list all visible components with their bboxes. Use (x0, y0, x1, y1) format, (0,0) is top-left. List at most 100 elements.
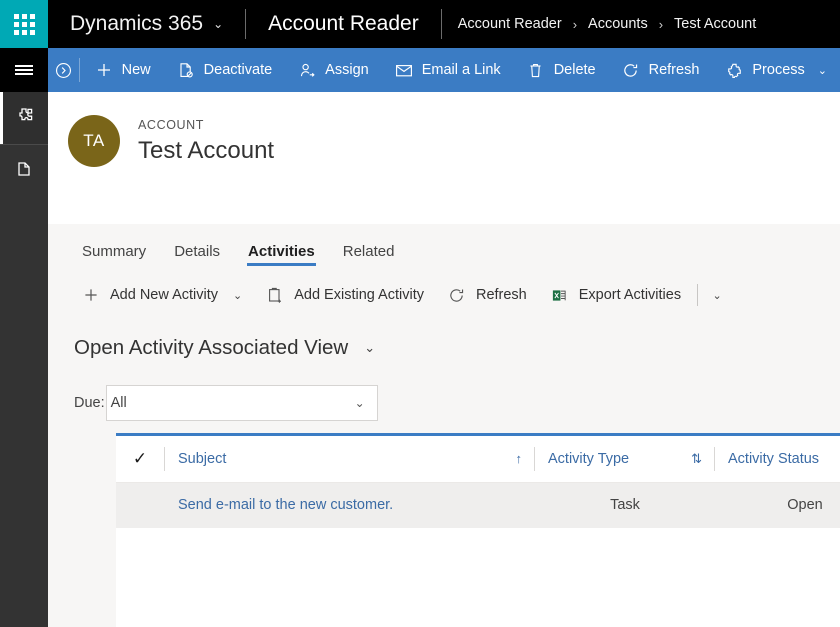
page-icon (14, 159, 34, 184)
tab-activities[interactable]: Activities (234, 244, 329, 270)
header-spacer (48, 190, 840, 224)
breadcrumb-separator-icon: › (659, 17, 663, 32)
command-bar: New Deactivate A (48, 48, 840, 92)
toolbar-divider (697, 284, 698, 306)
rail-item-sitemap[interactable] (0, 92, 48, 144)
record-header: TA ACCOUNT Test Account (48, 92, 840, 190)
plus-icon (82, 286, 100, 304)
tab-summary[interactable]: Summary (68, 244, 160, 270)
sitemap-icon (14, 106, 34, 131)
hamburger-icon[interactable] (0, 48, 48, 92)
new-button[interactable]: New (82, 48, 164, 92)
process-gear-icon (725, 61, 743, 79)
due-filter-value: All (111, 395, 127, 411)
rail-item-page[interactable] (0, 145, 48, 197)
app-body: New Deactivate A (0, 48, 840, 627)
cell-activity-status: Open (714, 483, 840, 528)
add-new-activity-button[interactable]: Add New Activity ⌄ (70, 278, 254, 312)
deactivate-button[interactable]: Deactivate (164, 48, 286, 92)
waffle-grid-icon (14, 14, 35, 35)
deactivate-icon (177, 61, 195, 79)
page-title: Test Account (138, 136, 274, 166)
chevron-down-icon: ⌄ (233, 289, 242, 302)
new-label: New (122, 63, 151, 78)
command-bar-divider (79, 58, 80, 82)
view-selector[interactable]: Open Activity Associated View ⌄ (48, 320, 840, 373)
assign-label: Assign (325, 63, 369, 78)
email-a-link-label: Email a Link (422, 63, 501, 78)
refresh-activities-label: Refresh (476, 287, 527, 303)
refresh-activities-button[interactable]: Refresh (436, 278, 539, 312)
deactivate-label: Deactivate (204, 63, 273, 78)
chevron-down-icon: ⌄ (213, 17, 223, 31)
refresh-icon (448, 286, 466, 304)
add-existing-activity-button[interactable]: Add Existing Activity (254, 278, 436, 312)
grid-body: Send e-mail to the new customer. Task Op… (116, 483, 840, 528)
chevron-down-icon: ⌄ (364, 340, 375, 356)
chevron-down-icon: ⌄ (818, 64, 827, 77)
column-header-activity-status-label: Activity Status (728, 451, 819, 467)
select-all-checkbox[interactable]: ✓ (116, 450, 164, 467)
dynamics-365-account-form: Dynamics 365 ⌄ Account Reader Account Re… (0, 0, 840, 627)
waffle-menu-button[interactable] (0, 0, 48, 48)
due-filter-select[interactable]: All ⌄ (106, 385, 378, 421)
assign-button[interactable]: Assign (285, 48, 382, 92)
checkmark-icon: ✓ (133, 450, 147, 467)
refresh-icon (622, 61, 640, 79)
add-existing-activity-label: Add Existing Activity (294, 287, 424, 303)
record-title-block: ACCOUNT Test Account (138, 116, 274, 166)
app-name[interactable]: Account Reader (246, 0, 441, 48)
email-link-icon (395, 61, 413, 79)
activities-grid: ✓ Subject ↑ Activity Type ⇅ Activity Sta… (116, 433, 840, 627)
delete-button[interactable]: Delete (514, 48, 609, 92)
main-content: New Deactivate A (48, 48, 840, 627)
clipboard-plus-icon (266, 286, 284, 304)
column-header-subject-label: Subject (178, 451, 226, 467)
overflow-chevron-down-icon[interactable]: ⌄ (702, 278, 732, 312)
excel-icon (551, 286, 569, 304)
due-filter-label: Due: (74, 395, 105, 411)
add-new-activity-label: Add New Activity (110, 287, 218, 303)
chevron-down-icon: ⌄ (355, 396, 365, 410)
tab-details[interactable]: Details (160, 244, 234, 270)
grid-header-row: ✓ Subject ↑ Activity Type ⇅ Activity Sta… (116, 436, 840, 483)
due-filter-row: Due: All ⌄ (48, 373, 840, 433)
table-row[interactable]: Send e-mail to the new customer. Task Op… (116, 483, 840, 528)
trash-icon (527, 61, 545, 79)
export-activities-label: Export Activities (579, 287, 681, 303)
column-header-activity-type-label: Activity Type (548, 451, 629, 467)
delete-label: Delete (554, 63, 596, 78)
plus-icon (95, 61, 113, 79)
process-button[interactable]: Process ⌄ (712, 48, 840, 92)
tab-related[interactable]: Related (329, 244, 409, 270)
process-label: Process (752, 63, 804, 78)
activities-pane: Add New Activity ⌄ Add Existing Activity (48, 270, 840, 627)
email-a-link-button[interactable]: Email a Link (382, 48, 514, 92)
left-nav-rail (0, 48, 48, 627)
view-selector-title: Open Activity Associated View (74, 338, 348, 359)
sort-ascending-icon: ↑ (516, 451, 523, 466)
back-circle-icon[interactable] (48, 61, 79, 80)
entity-type-label: ACCOUNT (138, 116, 274, 135)
form-tabs: Summary Details Activities Related (48, 224, 840, 270)
brand-dynamics-365[interactable]: Dynamics 365 ⌄ (48, 0, 245, 48)
suite-bar: Dynamics 365 ⌄ Account Reader Account Re… (0, 0, 840, 48)
refresh-label: Refresh (649, 63, 700, 78)
cell-activity-type: Task (534, 483, 714, 528)
brand-label: Dynamics 365 (70, 12, 203, 36)
sort-unsorted-icon: ⇅ (691, 451, 702, 467)
column-header-activity-status[interactable]: Activity Status (714, 436, 840, 482)
activities-toolbar: Add New Activity ⌄ Add Existing Activity (48, 270, 840, 320)
column-header-subject[interactable]: Subject ↑ (164, 436, 534, 482)
export-activities-button[interactable]: Export Activities (539, 278, 693, 312)
avatar: TA (68, 115, 120, 167)
assign-person-icon (298, 61, 316, 79)
breadcrumb-item-current: Test Account (674, 16, 756, 32)
breadcrumb-item-accounts[interactable]: Accounts (588, 16, 648, 32)
cell-subject[interactable]: Send e-mail to the new customer. (164, 483, 534, 528)
breadcrumb-item-app[interactable]: Account Reader (458, 16, 562, 32)
refresh-button[interactable]: Refresh (609, 48, 713, 92)
breadcrumb: Account Reader › Accounts › Test Account (442, 0, 773, 48)
breadcrumb-separator-icon: › (573, 17, 577, 32)
column-header-activity-type[interactable]: Activity Type ⇅ (534, 436, 714, 482)
